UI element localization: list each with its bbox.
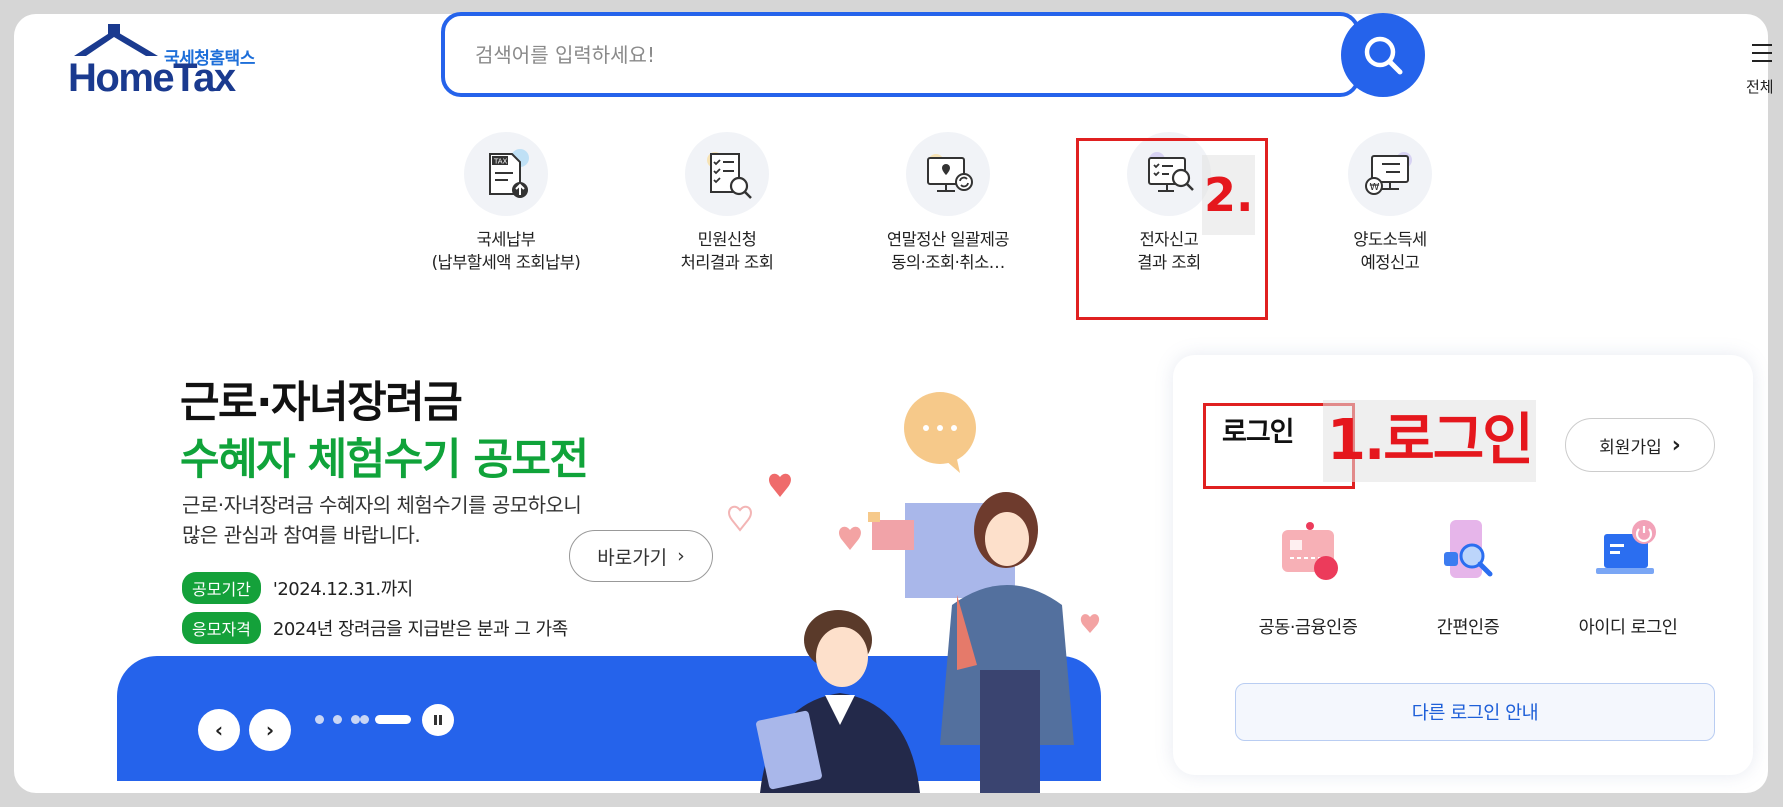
search-button[interactable] — [1341, 13, 1425, 97]
quick-menu-tax-payment[interactable]: TAX 국세납부 (납부할세액 조회납부) — [406, 132, 606, 274]
login-option-id-login[interactable]: 아이디 로그인 — [1553, 520, 1703, 639]
chevron-left-icon: ‹ — [214, 718, 224, 742]
hometax-logo[interactable]: 국세청홈택스 HomeTax — [68, 24, 278, 104]
carousel-dot[interactable] — [315, 715, 324, 724]
carousel-dot[interactable] — [351, 715, 360, 724]
laptop-power-icon — [1588, 520, 1668, 590]
banner-go-button[interactable]: 바로가기 › — [569, 530, 713, 582]
carousel-prev-button[interactable]: ‹ — [198, 709, 240, 751]
go-button-label: 바로가기 — [597, 546, 668, 569]
period-value: '2024.12.31.까지 — [272, 579, 413, 600]
signup-label: 회원가입 — [1599, 437, 1662, 458]
login-option-label: 간편인증 — [1436, 618, 1500, 638]
quick-menu-label: 민원신청 처리결과 조회 — [680, 230, 774, 272]
hamburger-icon — [1752, 44, 1772, 46]
quick-menu-civil-petition[interactable]: 민원신청 처리결과 조회 — [627, 132, 827, 274]
monitor-location-icon — [906, 132, 990, 216]
banner-eligibility-row: 응모자격 2024년 장려금을 지급받은 분과 그 가족 — [182, 612, 568, 644]
banner-period-row: 공모기간 '2024.12.31.까지 — [182, 572, 413, 604]
search-input[interactable] — [475, 16, 1295, 93]
monitor-won-icon: ₩ — [1348, 132, 1432, 216]
period-badge: 공모기간 — [182, 572, 261, 604]
document-search-icon — [685, 132, 769, 216]
carousel-dot[interactable] — [360, 715, 369, 724]
carousel-dot[interactable] — [333, 715, 342, 724]
other-login-guide-button[interactable]: 다른 로그인 안내 — [1235, 683, 1715, 741]
pause-icon — [434, 715, 442, 725]
banner-description: 근로·자녀장려금 수혜자의 체험수기를 공모하오니 많은 관심과 참여를 바랍니… — [182, 493, 582, 547]
carousel-pause-button[interactable] — [422, 704, 454, 736]
quick-menu-label: 국세납부 (납부할세액 조회납부) — [431, 230, 581, 272]
banner-title-line2: 수혜자 체험수기 공모전 — [180, 435, 589, 485]
carousel-dot-active[interactable] — [375, 715, 411, 724]
svg-text:₩: ₩ — [1370, 182, 1380, 193]
annotation-step-2: 2. — [1202, 155, 1256, 235]
search-icon — [1364, 36, 1403, 75]
phone-search-icon — [1428, 520, 1508, 590]
chevron-right-icon: › — [1671, 432, 1681, 458]
signup-button[interactable]: 회원가입 › — [1565, 418, 1715, 472]
logo-english-text: HomeTax — [68, 56, 236, 100]
login-option-simple-auth[interactable]: 간편인증 — [1393, 520, 1543, 639]
tax-payment-icon: TAX — [464, 132, 548, 216]
eligibility-badge: 응모자격 — [182, 612, 261, 644]
quick-menu-label: 양도소득세 예정신고 — [1353, 230, 1427, 272]
login-option-label: 공동·금융인증 — [1258, 618, 1358, 638]
all-menu-label: 전체 — [1746, 78, 1774, 96]
chevron-right-icon: › — [677, 545, 685, 567]
quick-menu-label: 연말정산 일괄제공 동의·조회·취소… — [886, 230, 1010, 272]
annotation-step-1: 1.로그인 — [1323, 400, 1536, 482]
search-bar — [441, 12, 1360, 97]
login-option-certificate[interactable]: 공동·금융인증 — [1233, 520, 1383, 639]
eligibility-value: 2024년 장려금을 지급받은 분과 그 가족 — [272, 619, 568, 640]
svg-text:TAX: TAX — [493, 158, 508, 166]
banner-title-line1: 근로·자녀장려금 — [180, 378, 463, 428]
quick-menu-year-end-settlement[interactable]: 연말정산 일괄제공 동의·조회·취소… — [848, 132, 1048, 274]
certificate-icon — [1268, 520, 1348, 590]
quick-menu-capital-gains-tax[interactable]: ₩ 양도소득세 예정신고 — [1290, 132, 1490, 274]
carousel-next-button[interactable]: › — [249, 709, 291, 751]
banner-illustration — [728, 392, 1100, 793]
login-option-label: 아이디 로그인 — [1578, 618, 1678, 638]
chevron-right-icon: › — [265, 718, 275, 742]
